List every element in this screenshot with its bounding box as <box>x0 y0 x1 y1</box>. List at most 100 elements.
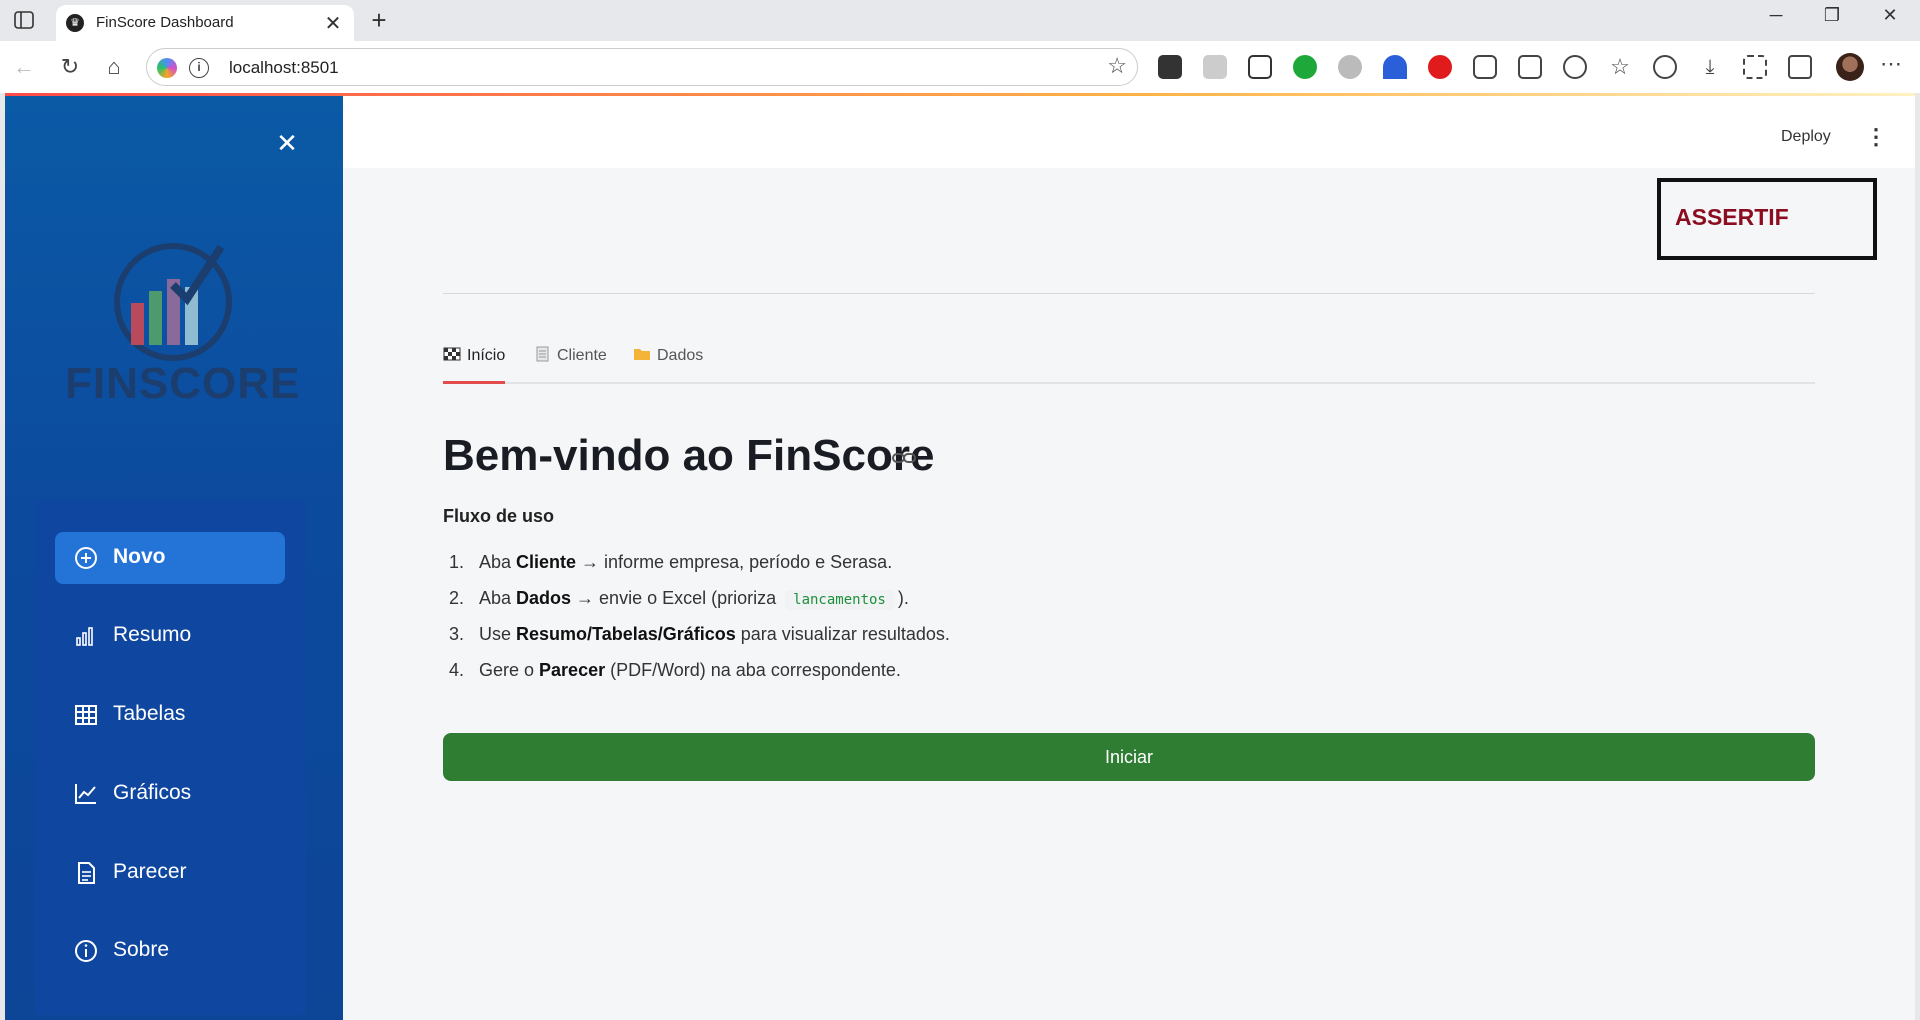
step-bold: Resumo/Tabelas/Gráficos <box>516 624 736 644</box>
step-text: (PDF/Word) na aba correspondente. <box>605 660 901 680</box>
checkered-flag-icon <box>443 347 461 361</box>
main-menu-icon[interactable]: ⋮ <box>1865 124 1887 150</box>
address-bar[interactable]: i localhost:8501 ☆ <box>146 48 1138 86</box>
main-content: Deploy ⋮ ASSERTIF Início Cliente Dados B… <box>343 96 1915 1020</box>
screenshot-icon[interactable] <box>1743 55 1767 79</box>
steps-list: 1. Aba Cliente → informe empresa, períod… <box>443 546 1443 690</box>
sidebar-item-tabelas[interactable]: Tabelas <box>55 689 285 741</box>
step-text: para visualizar resultados. <box>735 624 950 644</box>
step-bold: Cliente <box>516 552 577 572</box>
evernote-extension-icon[interactable] <box>1293 55 1317 79</box>
media-icon[interactable] <box>1563 55 1587 79</box>
sidebar-item-label: Gráficos <box>113 781 192 804</box>
sidebar-item-label: Resumo <box>113 623 192 646</box>
tab-title: FinScore Dashboard <box>96 14 234 31</box>
plus-circle-icon <box>75 547 97 569</box>
tab-bar: Início Cliente Dados <box>443 344 1815 384</box>
minimize-icon[interactable]: ─ <box>1756 5 1796 26</box>
step-number: 2. <box>449 588 465 608</box>
window-close-icon[interactable]: ✕ <box>1870 5 1910 26</box>
step-number: 1. <box>449 552 465 572</box>
document-icon <box>78 862 95 884</box>
home-icon[interactable]: ⌂ <box>100 53 128 81</box>
sidebar-item-parecer[interactable]: Parecer <box>55 847 285 899</box>
reader-extension-icon[interactable] <box>1158 55 1182 79</box>
vpn-extension-icon[interactable] <box>1383 55 1407 79</box>
anchor-link-icon[interactable] <box>891 448 917 468</box>
favorites-icon[interactable]: ☆ <box>1608 55 1632 79</box>
sidebar-item-novo[interactable]: Novo <box>55 532 285 584</box>
copilot-icon[interactable] <box>157 58 177 78</box>
browser-toolbar: ← ↻ ⌂ i localhost:8501 ☆ ☆ ⤓ ⋯ <box>0 41 1920 93</box>
sidebar-item-label: Novo <box>113 545 166 568</box>
app-header: Deploy ⋮ <box>343 96 1915 168</box>
info-icon <box>75 940 97 962</box>
extension-icon[interactable] <box>1338 55 1362 79</box>
step-number: 4. <box>449 660 465 680</box>
step-bold: Dados <box>516 588 572 608</box>
sidebar-item-sobre[interactable]: Sobre <box>55 925 285 977</box>
divider <box>443 293 1815 294</box>
folder-icon <box>634 349 650 360</box>
step-prefix: Aba <box>479 552 517 572</box>
list-item: 2. Aba Dados → envie o Excel (prioriza l… <box>443 582 1443 618</box>
favorite-star-icon[interactable]: ☆ <box>1107 53 1127 79</box>
notepad-icon <box>536 346 549 362</box>
start-button[interactable]: Iniciar <box>443 733 1815 781</box>
browser-menu-icon[interactable]: ⋯ <box>1880 51 1902 77</box>
list-item: 3. Use Resumo/Tabelas/Gráficos para visu… <box>443 618 1443 654</box>
sidebar-item-graficos[interactable]: Gráficos <box>55 768 285 820</box>
sidebar: ✕ FINSCORE Novo Resumo Tabelas Gráficos <box>5 96 343 1020</box>
tab-label: Início <box>467 347 506 364</box>
tab-actions-icon[interactable] <box>14 11 34 29</box>
site-info-icon[interactable]: i <box>189 58 209 78</box>
page-extension-icon[interactable] <box>1203 55 1227 79</box>
url-text[interactable]: localhost:8501 <box>229 58 339 78</box>
step-prefix: Use <box>479 624 517 644</box>
new-tab-icon[interactable]: + <box>364 5 394 36</box>
sidebar-item-resumo[interactable]: Resumo <box>55 610 285 662</box>
tab-label: Dados <box>657 347 704 364</box>
browser-tab[interactable]: ♛ FinScore Dashboard ✕ <box>56 5 354 41</box>
inline-code: lancamentos <box>785 590 894 610</box>
sidebar-close-icon[interactable]: ✕ <box>272 128 302 159</box>
share-icon[interactable] <box>1788 55 1812 79</box>
deploy-button[interactable]: Deploy <box>1781 128 1831 146</box>
step-number: 3. <box>449 624 465 644</box>
logo-text: FINSCORE <box>65 359 301 408</box>
tab-dados[interactable]: Dados <box>633 346 703 384</box>
line-chart-icon <box>75 784 96 804</box>
brand-name: ASSERTIF <box>1675 204 1789 230</box>
tab-cliente[interactable]: Cliente <box>533 346 607 384</box>
brand-logo-box: ASSERTIF <box>1657 178 1877 260</box>
adblock-extension-icon[interactable] <box>1428 55 1452 79</box>
sidebar-menu: Novo Resumo Tabelas Gráficos Parecer Sob… <box>35 500 306 1015</box>
pip-extension-icon[interactable] <box>1248 55 1272 79</box>
downloads-icon[interactable]: ⤓ <box>1698 55 1722 79</box>
split-screen-icon[interactable] <box>1518 55 1542 79</box>
refresh-icon[interactable]: ↻ <box>56 53 84 81</box>
logo-chart-icon <box>114 243 232 361</box>
step-text: → envie o Excel (prioriza <box>571 588 777 608</box>
back-icon[interactable]: ← <box>10 53 38 81</box>
step-prefix: Aba <box>479 588 517 608</box>
finscore-logo: FINSCORE <box>61 241 299 421</box>
step-text: → informe empresa, período e Serasa. <box>576 552 893 572</box>
list-item: 1. Aba Cliente → informe empresa, períod… <box>443 546 1443 582</box>
streamlit-favicon-icon: ♛ <box>66 14 84 32</box>
list-item: 4. Gere o Parecer (PDF/Word) na aba corr… <box>443 654 1443 690</box>
tab-close-icon[interactable]: ✕ <box>322 11 344 36</box>
sidebar-item-label: Tabelas <box>113 702 186 725</box>
flow-title: Fluxo de uso <box>443 506 555 526</box>
sidebar-item-label: Sobre <box>113 938 170 961</box>
browser-tab-bar: ♛ FinScore Dashboard ✕ + ─ ❐ ✕ <box>0 0 1920 41</box>
restore-icon[interactable]: ❐ <box>1812 5 1852 26</box>
history-icon[interactable] <box>1653 55 1677 79</box>
sidebar-item-label: Parecer <box>113 860 187 883</box>
step-bold: Parecer <box>539 660 606 680</box>
extensions-puzzle-icon[interactable] <box>1473 55 1497 79</box>
table-icon <box>75 705 97 725</box>
tab-inicio[interactable]: Início <box>443 346 506 384</box>
step-text-after: ). <box>897 588 909 608</box>
profile-avatar[interactable] <box>1836 53 1864 81</box>
